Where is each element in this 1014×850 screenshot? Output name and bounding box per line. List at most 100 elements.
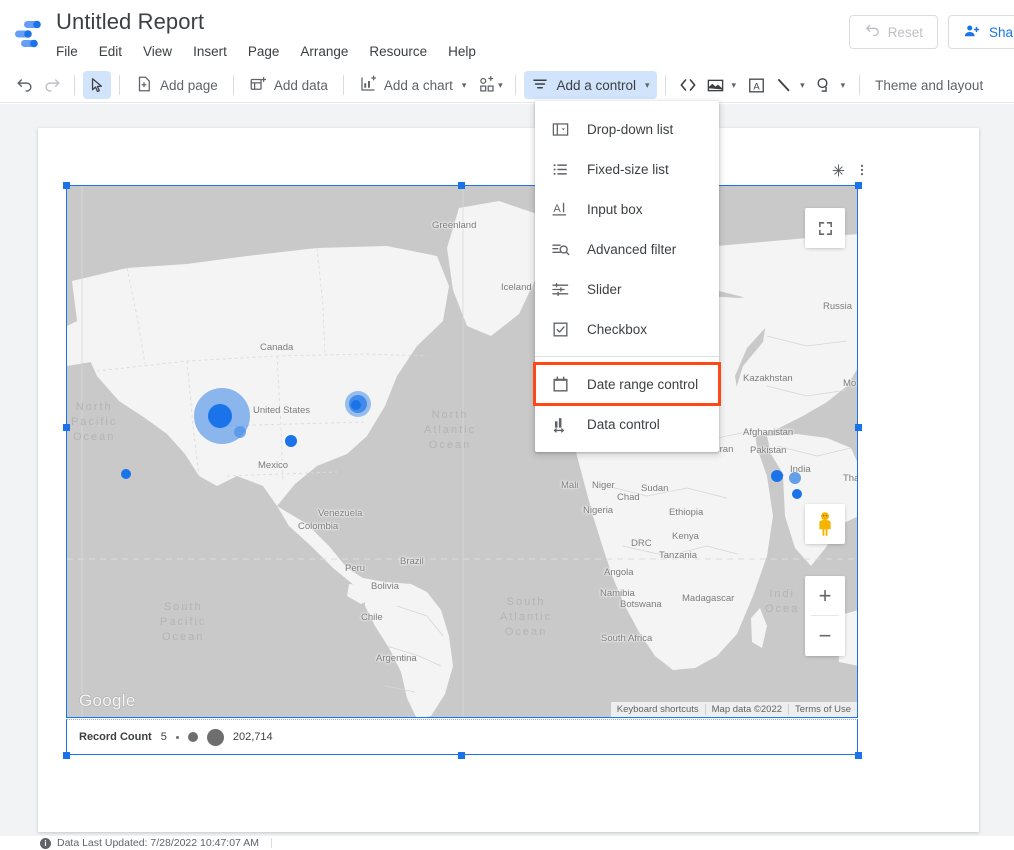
selection-handle-mr[interactable]	[855, 424, 862, 431]
menu-item-drop-down-list[interactable]: Drop-down list	[535, 109, 719, 149]
report-page[interactable]: Greenland Iceland Canada United States Mexic…	[38, 128, 979, 832]
text-box-button[interactable]: A	[742, 71, 770, 99]
more-vert-icon[interactable]	[852, 160, 872, 180]
menu-item-label: Date range control	[587, 376, 699, 392]
data-control-icon	[549, 413, 571, 435]
selection-handle-tm[interactable]	[458, 182, 465, 189]
menu-view[interactable]: View	[143, 41, 183, 63]
selection-handle-ml[interactable]	[63, 424, 70, 431]
map-data-bubble[interactable]	[234, 426, 246, 438]
data-last-updated-text: Data Last Updated: 7/28/2022 10:47:07 AM	[57, 837, 259, 849]
menu-insert[interactable]: Insert	[193, 41, 238, 63]
add-chart-button[interactable]: Add a chart ▾	[352, 71, 474, 99]
legend-metric-label: Record Count	[79, 731, 152, 743]
header-actions: Reset Share	[848, 15, 1014, 49]
menu-item-label: Advanced filter	[587, 241, 677, 257]
keyboard-shortcuts-link[interactable]: Keyboard shortcuts	[611, 704, 705, 715]
add-data-button[interactable]: Add data	[242, 71, 335, 99]
map-data-bubble[interactable]	[351, 400, 361, 410]
report-canvas[interactable]: Greenland Iceland Canada United States Mexic…	[0, 104, 1014, 850]
menu-bar: File Edit View Insert Page Arrange Resou…	[56, 41, 497, 63]
chevron-down-icon: ▾	[498, 79, 503, 90]
menu-resource[interactable]: Resource	[369, 41, 438, 63]
dropdown-list-icon	[549, 118, 571, 140]
shape-tool-icon[interactable]	[811, 71, 839, 99]
map-data-bubble[interactable]	[208, 404, 232, 428]
community-visualizations-button[interactable]: ▾	[473, 71, 507, 99]
menu-file[interactable]: File	[56, 41, 89, 63]
legend-max-value: 202,714	[232, 731, 273, 743]
chevron-down-icon[interactable]: ▾	[732, 80, 737, 91]
reset-button[interactable]: Reset	[848, 15, 938, 49]
menu-item-label: Fixed-size list	[587, 161, 669, 177]
map-data-bubble[interactable]	[792, 489, 802, 499]
geo-map-chart[interactable]: Greenland Iceland Canada United States Mexic…	[66, 185, 858, 718]
menu-item-checkbox[interactable]: Checkbox	[535, 309, 719, 349]
menu-page[interactable]: Page	[248, 41, 291, 63]
slider-icon	[549, 278, 571, 300]
street-view-pegman-icon[interactable]	[805, 504, 845, 544]
zoom-in-button[interactable]: +	[805, 576, 845, 615]
sparkle-explore-icon[interactable]	[828, 160, 848, 180]
svg-text:A: A	[753, 81, 760, 92]
toolbar-divider	[515, 75, 517, 95]
menu-arrange[interactable]: Arrange	[300, 41, 359, 63]
terms-of-use-link[interactable]: Terms of Use	[788, 704, 857, 715]
map-footer: Keyboard shortcuts Map data ©2022 Terms …	[610, 702, 857, 717]
selection-handle-bl[interactable]	[63, 752, 70, 759]
selection-handle-br[interactable]	[855, 752, 862, 759]
menu-help[interactable]: Help	[448, 41, 487, 63]
select-tool-button[interactable]	[83, 71, 111, 99]
google-map[interactable]: Greenland Iceland Canada United States Mexic…	[67, 186, 857, 717]
add-page-button[interactable]: Add page	[128, 71, 225, 99]
menu-item-label: Drop-down list	[587, 121, 674, 137]
legend-min-value: 5	[160, 731, 167, 743]
menu-item-advanced-filter[interactable]: Advanced filter	[535, 229, 719, 269]
add-control-menu[interactable]: Drop-down list Fixed-size list A Input box A…	[533, 101, 721, 452]
bar-chart-plus-icon	[359, 74, 377, 96]
menu-item-input-box[interactable]: A Input box	[535, 189, 719, 229]
zoom-controls[interactable]: + −	[805, 576, 845, 656]
undo-button[interactable]	[10, 71, 38, 99]
line-tool[interactable]: ▾	[770, 71, 811, 99]
map-data-bubble[interactable]	[285, 435, 297, 447]
map-data-bubble[interactable]	[121, 469, 131, 479]
shape-tool[interactable]: ▾	[811, 71, 852, 99]
map-data-bubble[interactable]	[771, 470, 783, 482]
legend-dot-large	[206, 728, 224, 746]
line-tool-icon[interactable]	[770, 71, 798, 99]
legend-dot-small	[187, 732, 198, 742]
status-bar: i Data Last Updated: 7/28/2022 10:47:07 …	[0, 836, 1014, 850]
embed-code-button[interactable]	[674, 71, 702, 99]
menu-item-fixed-size-list[interactable]: Fixed-size list	[535, 149, 719, 189]
fullscreen-button[interactable]	[805, 208, 845, 248]
reset-label: Reset	[887, 24, 923, 40]
advanced-filter-icon	[549, 238, 571, 260]
fixed-size-list-icon	[549, 158, 571, 180]
legend-dot-tiny	[175, 735, 179, 739]
selection-handle-bm[interactable]	[458, 752, 465, 759]
filter-lines-icon	[531, 75, 549, 96]
map-legend: Record Count 5 202,714	[66, 719, 858, 755]
page-title[interactable]: Untitled Report	[56, 8, 497, 36]
image-tool[interactable]: ▾	[702, 71, 743, 99]
add-control-button[interactable]: Add a control ▾	[524, 71, 657, 99]
share-button[interactable]: Share	[947, 15, 1014, 49]
menu-item-data-control[interactable]: Data control	[535, 404, 719, 444]
selection-handle-tr[interactable]	[855, 182, 862, 189]
add-chart-label: Add a chart	[383, 77, 453, 93]
menu-item-date-range-control[interactable]: Date range control	[533, 362, 721, 406]
chevron-down-icon[interactable]: ▾	[800, 80, 805, 91]
map-data-bubble[interactable]	[789, 472, 801, 484]
redo-button[interactable]	[38, 71, 66, 99]
theme-and-layout-button[interactable]: Theme and layout	[868, 71, 990, 99]
menu-item-slider[interactable]: Slider	[535, 269, 719, 309]
selection-handle-tl[interactable]	[63, 182, 70, 189]
image-icon[interactable]	[702, 71, 730, 99]
chevron-down-icon[interactable]: ▾	[841, 80, 846, 91]
checkbox-icon	[549, 318, 571, 340]
zoom-out-button[interactable]: −	[805, 616, 845, 655]
menu-separator	[535, 356, 719, 357]
menu-edit[interactable]: Edit	[99, 41, 133, 63]
svg-text:A: A	[553, 202, 561, 214]
